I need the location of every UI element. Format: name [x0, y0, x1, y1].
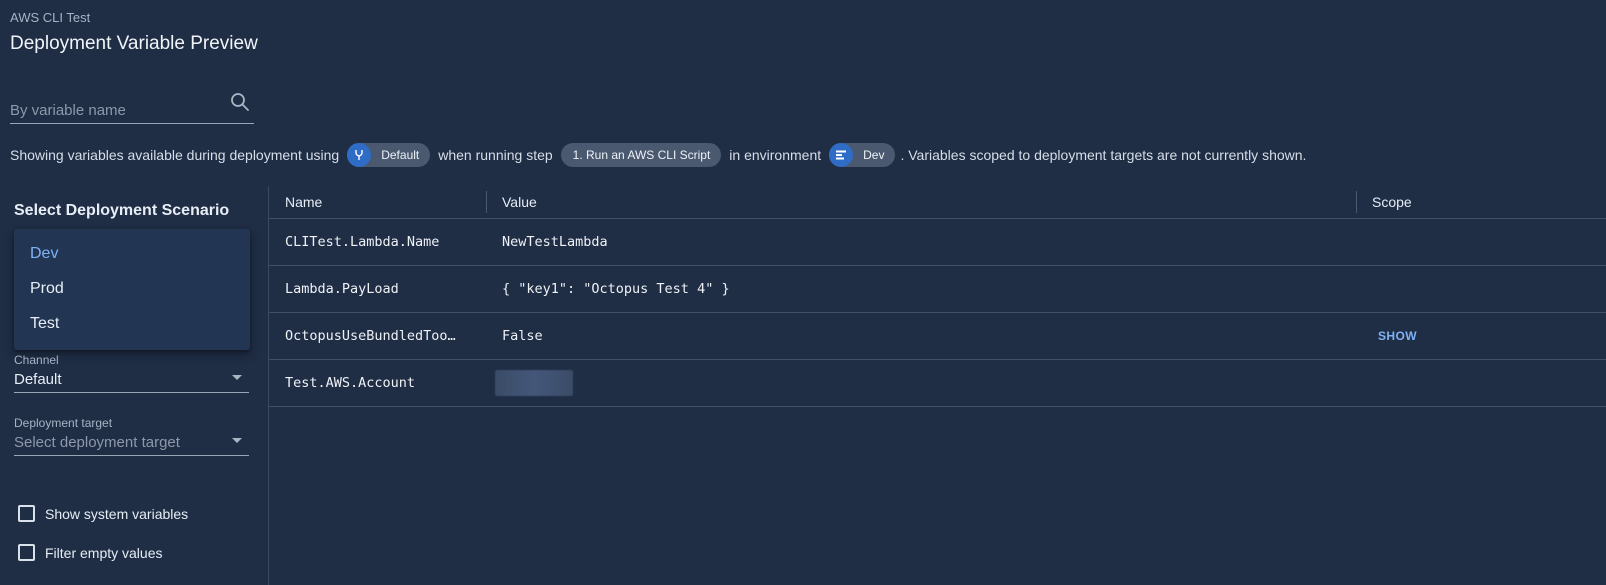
summary-env-text: in environment — [729, 147, 822, 163]
show-system-variables-checkbox[interactable] — [18, 505, 35, 522]
variable-value: False — [502, 328, 543, 344]
channel-value-text: Default — [14, 371, 62, 388]
column-header-scope[interactable]: Scope — [1372, 194, 1412, 210]
scenario-panel: Select Deployment Scenario Dev Prod Test… — [0, 186, 268, 585]
variable-name: CLITest.Lambda.Name — [285, 234, 440, 250]
variable-value: NewTestLambda — [502, 234, 608, 250]
environment-option-dev[interactable]: Dev — [14, 236, 250, 271]
channel-select[interactable]: Channel Default — [14, 353, 249, 393]
show-scope-button[interactable]: SHOW — [1378, 329, 1417, 343]
variable-name: OctopusUseBundledToo… — [285, 328, 456, 344]
environment-chip-label: Dev — [863, 148, 885, 162]
variable-name: Lambda.PayLoad — [285, 281, 399, 297]
channel-label: Channel — [14, 353, 59, 367]
show-system-variables-option[interactable]: Show system variables — [18, 505, 188, 522]
table-row: Lambda.PayLoad { "key1": "Octopus Test 4… — [269, 266, 1606, 313]
table-header: Name Value Scope — [269, 186, 1606, 219]
column-separator[interactable] — [486, 191, 487, 213]
table-row: CLITest.Lambda.Name NewTestLambda — [269, 219, 1606, 266]
table-row: Test.AWS.Account — [269, 360, 1606, 407]
deployment-target-value[interactable]: Select deployment target — [14, 430, 249, 456]
search-icon[interactable] — [230, 92, 250, 112]
variable-value: { "key1": "Octopus Test 4" } — [502, 281, 730, 297]
filter-empty-values-option[interactable]: Filter empty values — [18, 544, 162, 561]
variable-name: Test.AWS.Account — [285, 375, 416, 391]
search-input[interactable] — [10, 90, 220, 122]
channel-icon — [347, 143, 372, 167]
step-chip: 1. Run an AWS CLI Script — [560, 143, 722, 167]
column-separator[interactable] — [1356, 191, 1357, 213]
environment-option-prod[interactable]: Prod — [14, 271, 250, 306]
environment-icon — [829, 143, 854, 167]
deployment-target-placeholder: Select deployment target — [14, 434, 180, 451]
chevron-down-icon[interactable] — [232, 438, 242, 443]
variables-table: Name Value Scope CLITest.Lambda.Name New… — [269, 186, 1606, 585]
deployment-target-select[interactable]: Deployment target Select deployment targ… — [14, 416, 249, 456]
page-title: Deployment Variable Preview — [10, 33, 258, 54]
summary-suffix: . Variables scoped to deployment targets… — [900, 147, 1307, 163]
search-field — [10, 90, 254, 124]
channel-chip-label: Default — [381, 148, 420, 162]
sensitive-value-mask — [495, 370, 573, 396]
environment-option-test[interactable]: Test — [14, 306, 250, 341]
table-row: OctopusUseBundledToo… False SHOW — [269, 313, 1606, 360]
channel-chip: Default — [347, 143, 431, 167]
environment-dropdown-menu: Dev Prod Test — [14, 229, 250, 350]
deployment-target-label: Deployment target — [14, 416, 113, 430]
filter-empty-values-checkbox[interactable] — [18, 544, 35, 561]
step-chip-label: 1. Run an AWS CLI Script — [572, 148, 711, 162]
chevron-down-icon[interactable] — [232, 375, 242, 380]
show-system-variables-label[interactable]: Show system variables — [45, 506, 188, 522]
summary-prefix: Showing variables available during deplo… — [10, 147, 340, 163]
environment-chip: Dev — [829, 143, 896, 167]
column-header-name[interactable]: Name — [285, 194, 322, 210]
summary-step-text: when running step — [438, 147, 553, 163]
scenario-summary: Showing variables available during deplo… — [10, 143, 1306, 167]
variable-preview-page: AWS CLI Test Deployment Variable Preview… — [0, 0, 1606, 585]
channel-value[interactable]: Default — [14, 367, 249, 393]
project-name: AWS CLI Test — [10, 10, 91, 25]
scenario-title: Select Deployment Scenario — [14, 202, 230, 219]
column-header-value[interactable]: Value — [502, 194, 537, 210]
filter-empty-values-label[interactable]: Filter empty values — [45, 545, 162, 561]
